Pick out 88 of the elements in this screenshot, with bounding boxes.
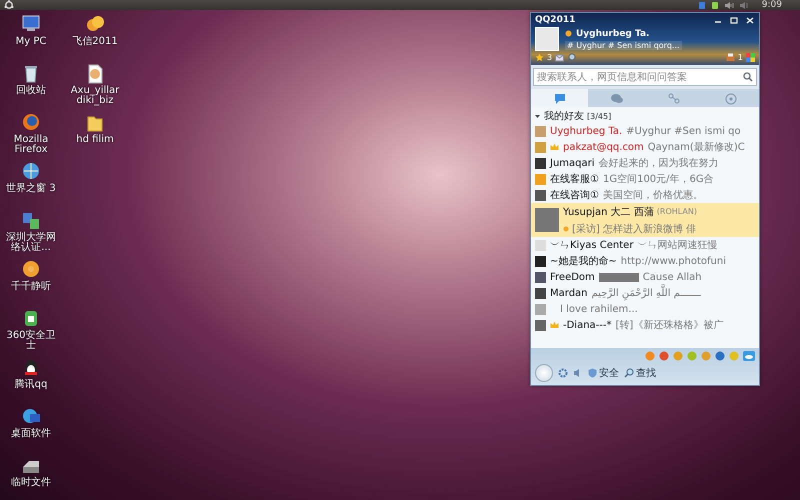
- contact-row[interactable]: ~她是我的命~ http://www.photofuni: [531, 253, 759, 269]
- nickname: Uyghurbeg Ta.: [576, 28, 650, 38]
- contact-name: pakzat@qq.com: [563, 142, 644, 152]
- avatar: [535, 190, 546, 200]
- desktop-icon-label[interactable]: 回收站: [16, 86, 46, 96]
- desktop-icon-label[interactable]: 桌面软件: [11, 429, 51, 439]
- desktop-icon-label[interactable]: hd filim: [76, 135, 114, 145]
- desktop-icon-label[interactable]: 世界之窗 3: [6, 184, 56, 194]
- star-count: 3: [547, 53, 552, 62]
- speaker-icon[interactable]: [724, 0, 734, 10]
- avatar: [535, 174, 546, 184]
- avatar: [535, 240, 546, 250]
- window-title: QQ2011: [535, 15, 576, 25]
- mail-icon[interactable]: [555, 54, 564, 62]
- status-dot-icon: [563, 226, 569, 232]
- expanded-caret-icon: [534, 112, 541, 120]
- signature-field[interactable]: # Uyghur # Sen ismi qorq...: [565, 40, 682, 50]
- contact-signature: 会好起来的，因为我在努力: [598, 156, 720, 170]
- desktop-icon-label[interactable]: 飞信2011: [72, 37, 118, 47]
- contact-row[interactable]: FreeDom Cause Allah: [531, 269, 759, 285]
- avatar: [535, 304, 546, 314]
- contact-signature: I love rahilem...: [560, 304, 639, 314]
- contact-remark: (ROHLAN): [656, 207, 698, 216]
- contact-signature: http://www.photofuni: [620, 256, 728, 266]
- contact-signature: 1G空间100元/年，6G合: [602, 172, 715, 186]
- security-button[interactable]: 安全: [588, 366, 619, 380]
- search-icon: [624, 368, 634, 378]
- contact-signature: Cause Allah: [642, 272, 703, 282]
- contact-name: Jumaqari: [550, 158, 595, 168]
- desktop-icon-label[interactable]: 临时文件: [11, 478, 51, 488]
- contact-row[interactable]: 在线咨询① 美国空间，价格优惠。: [531, 187, 759, 203]
- avatar: [535, 272, 546, 282]
- avatar: [535, 288, 546, 298]
- maximize-icon[interactable]: [729, 16, 739, 24]
- contact-row[interactable]: 在线客服① 1G空间100元/年，6G合: [531, 171, 759, 187]
- avatar: [535, 142, 546, 152]
- contact-name: ︶ㄣKiyas Center: [550, 239, 634, 252]
- avatar: [535, 208, 559, 232]
- contact-row[interactable]: Uyghurbeg Ta. #Uyghur #Sen ismi qo: [531, 123, 759, 139]
- online-status-icon[interactable]: [565, 30, 572, 37]
- contact-signature: Qaynam(最新修改)C: [648, 140, 746, 154]
- avatar: [535, 320, 546, 330]
- contact-row[interactable]: -Diana---* [转]《新还珠格格》被广: [531, 317, 759, 333]
- contact-row[interactable]: ︶ㄣKiyas Center ︶ㄣ网站网速狂慢: [531, 237, 759, 253]
- search-icon[interactable]: [743, 72, 753, 82]
- contact-name: Mardan: [550, 288, 588, 298]
- contact-name: Yusupjan 大二 西蒲: [563, 206, 654, 218]
- contact-row[interactable]: Yusupjan 大二 西蒲 (ROHLAN) [采访] 怎样进入新浪微博 俳: [531, 203, 759, 237]
- cloud-icon[interactable]: [743, 351, 755, 361]
- contact-row[interactable]: I love rahilem...: [531, 301, 759, 317]
- contact-name: Uyghurbeg Ta.: [550, 126, 622, 136]
- desktop-icon-label[interactable]: My PC: [16, 37, 46, 47]
- logo-icon[interactable]: [4, 0, 14, 10]
- avatar: [535, 256, 546, 266]
- desktop-icon-label[interactable]: 腾讯qq: [14, 380, 48, 390]
- desktop-icon-label[interactable]: Mozilla Firefox: [2, 135, 60, 155]
- desktop-icon-label[interactable]: 深圳大学网络认证...: [2, 233, 60, 253]
- search-icon[interactable]: [567, 53, 576, 62]
- desktop-icon-label[interactable]: Axu_yillar diki_biz: [66, 86, 124, 106]
- contact-name: ~她是我的命~: [550, 254, 617, 268]
- group-chat-icon: [610, 92, 624, 104]
- contact-name: FreeDom: [550, 272, 595, 282]
- contact-signature: [采访] 怎样进入新浪微博 俳: [572, 222, 698, 236]
- contact-name: 在线客服①: [550, 172, 599, 186]
- contact-row[interactable]: pakzat@qq.com Qaynam(最新修改)C: [531, 139, 759, 155]
- contact-signature: #Uyghur #Sen ismi qo: [626, 126, 742, 136]
- chat-bubble-icon: [552, 92, 566, 104]
- find-button[interactable]: 查找: [624, 366, 656, 380]
- contact-name: 在线咨询①: [550, 188, 599, 202]
- avatar: [535, 126, 546, 136]
- contact-name: -Diana---*: [563, 320, 612, 330]
- volume-icon[interactable]: [738, 0, 749, 10]
- avatar: [535, 158, 546, 168]
- close-icon[interactable]: [745, 16, 755, 24]
- mailbox-icon[interactable]: [726, 53, 735, 62]
- contact-signature: [转]《新还珠格格》被广: [616, 318, 724, 332]
- group-header[interactable]: 我的好友 [3/45]: [531, 109, 759, 123]
- contact-row[interactable]: Jumaqari 会好起来的，因为我在努力: [531, 155, 759, 171]
- settings-icon[interactable]: [558, 368, 568, 378]
- grid-icon[interactable]: [746, 53, 755, 62]
- contact-signature: ︶ㄣ网站网速狂慢: [637, 238, 718, 252]
- star-icon[interactable]: [535, 53, 544, 62]
- clock[interactable]: 9:09: [762, 0, 782, 10]
- desktop-icon-label[interactable]: 千千静听: [11, 282, 51, 292]
- contact-signature: 美国空间，价格优惠。: [602, 188, 704, 202]
- tab[interactable]: [531, 89, 588, 107]
- desktop-icon-label[interactable]: 360安全卫士: [2, 331, 60, 351]
- mail-count: 1: [738, 53, 743, 62]
